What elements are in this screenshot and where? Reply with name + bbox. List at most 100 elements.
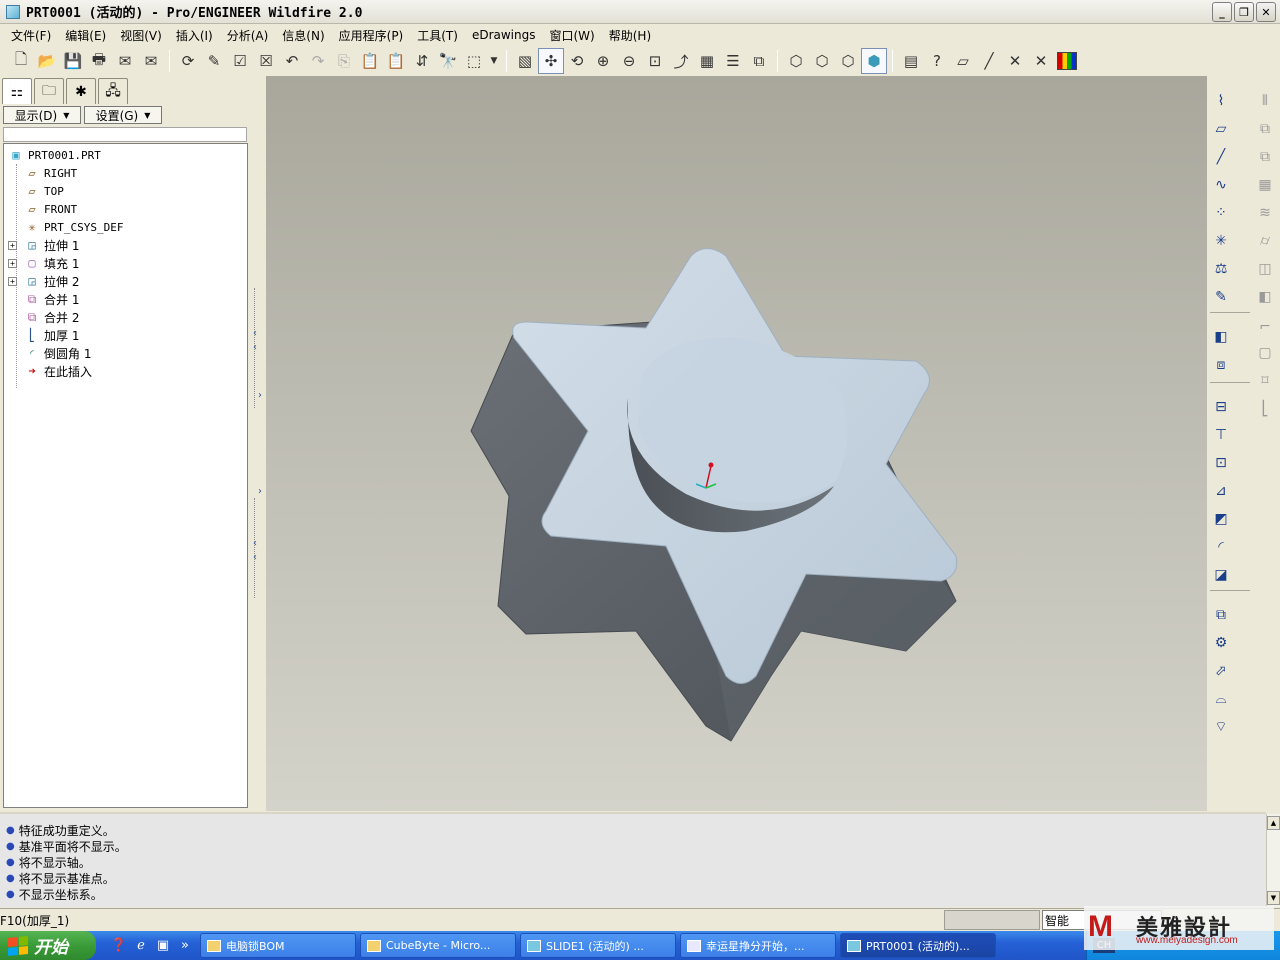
style-tool-icon[interactable]: ⌓ — [1210, 688, 1232, 710]
mail-attach-icon[interactable]: ✉ — [138, 48, 164, 74]
tree-item-front[interactable]: ▱ FRONT — [4, 200, 247, 218]
restore-button[interactable]: ❐ — [1234, 2, 1254, 22]
expand-icon[interactable]: + — [8, 276, 17, 286]
csys-display-icon[interactable]: ✕ — [1028, 48, 1054, 74]
regenerate-icon[interactable]: ⟳ — [175, 48, 201, 74]
boundary-blend-icon[interactable]: ⌔ — [1210, 716, 1232, 738]
repaint-icon[interactable]: ▧ — [512, 48, 538, 74]
quicklaunch-more-icon[interactable]: » — [176, 936, 194, 954]
expand-icon[interactable]: + — [8, 240, 17, 250]
copy-feature-icon[interactable]: ⧉ — [1254, 118, 1276, 140]
model-tree-icon[interactable]: ▤ — [898, 48, 924, 74]
revolve-tool-icon[interactable]: ⊤ — [1210, 424, 1232, 446]
saved-views-icon[interactable]: ▦ — [694, 48, 720, 74]
context-help-icon[interactable]: ? — [924, 48, 950, 74]
regenerate-manager-icon[interactable]: ⇵ — [409, 48, 435, 74]
rib-tool-icon[interactable]: ⊿ — [1210, 480, 1232, 502]
round-tool-icon[interactable]: ◜ — [1210, 536, 1232, 558]
paste-special-icon[interactable]: 📋 — [383, 48, 409, 74]
menu-info[interactable]: 信息(N) — [275, 27, 331, 44]
redo-icon[interactable]: ↷ — [305, 48, 331, 74]
expand-icon[interactable]: + — [8, 258, 17, 268]
offset-icon[interactable]: ≋ — [1254, 202, 1276, 224]
blend-tool-icon[interactable]: ⚙ — [1210, 632, 1232, 654]
tree-item-merge-1[interactable]: ⧉ 合并 1 — [4, 290, 247, 308]
chamfer-tool-icon[interactable]: ◪ — [1210, 564, 1232, 586]
extend-icon[interactable]: ⌐ — [1254, 316, 1276, 338]
zoom-out-icon[interactable]: ⊖ — [616, 48, 642, 74]
tab-folder-browser[interactable]: 🗀 — [34, 78, 64, 104]
paste-icon[interactable]: 📋 — [357, 48, 383, 74]
quicklaunch-ie-icon[interactable]: ℯ — [132, 936, 150, 954]
sketch-curve-icon[interactable]: ∿ — [1210, 174, 1232, 196]
tree-item-round-1[interactable]: ◜ 倒圆角 1 — [4, 344, 247, 362]
wireframe-icon[interactable]: ⬡ — [783, 48, 809, 74]
open-icon[interactable]: 📂 — [34, 48, 60, 74]
select-dropdown-icon[interactable]: ▼ — [487, 48, 501, 74]
select-box-icon[interactable]: ⬚ — [461, 48, 487, 74]
sweep-tool-icon[interactable]: ⬀ — [1210, 660, 1232, 682]
tree-root[interactable]: ▣ PRT0001.PRT — [4, 146, 247, 164]
menu-insert[interactable]: 插入(I) — [169, 27, 220, 44]
sketch-tool-icon[interactable]: ◧ — [1210, 326, 1232, 348]
placement-tool-icon[interactable]: ⧈ — [1210, 354, 1232, 376]
tree-item-extrude-2[interactable]: + ◲ 拉伸 2 — [4, 272, 247, 290]
tab-favorites[interactable]: ✱ — [66, 78, 96, 104]
hidden-line-icon[interactable]: ⬡ — [809, 48, 835, 74]
menu-file[interactable]: 文件(F) — [4, 27, 58, 44]
menu-view[interactable]: 视图(V) — [113, 27, 169, 44]
tree-item-insert-here[interactable]: ➜ 在此插入 — [4, 362, 247, 380]
quicklaunch-desktop-icon[interactable]: ▣ — [154, 936, 172, 954]
tab-model-tree[interactable]: ⚏ — [2, 78, 32, 104]
datum-point-tool-icon[interactable]: ⁘ — [1210, 202, 1232, 224]
menu-applications[interactable]: 应用程序(P) — [332, 27, 411, 44]
refit-icon[interactable]: ⊡ — [642, 48, 668, 74]
no-hidden-icon[interactable]: ⬡ — [835, 48, 861, 74]
tree-item-csys[interactable]: ✳ PRT_CSYS_DEF — [4, 218, 247, 236]
datum-axis-tool-icon[interactable]: ╱ — [1210, 146, 1232, 168]
pattern-icon[interactable]: ▦ — [1254, 174, 1276, 196]
solidify-icon[interactable]: ◫ — [1254, 258, 1276, 280]
model-viewport[interactable] — [266, 76, 1207, 811]
datum-plane-tool-icon[interactable]: ▱ — [1210, 118, 1232, 140]
print-icon[interactable]: 🖶 — [86, 48, 112, 74]
scroll-up-icon[interactable]: ▲ — [1267, 816, 1280, 830]
tree-item-fill-1[interactable]: + ▢ 填充 1 — [4, 254, 247, 272]
copy-icon[interactable]: ⎘ — [331, 48, 357, 74]
menu-help[interactable]: 帮助(H) — [602, 27, 658, 44]
tree-item-merge-2[interactable]: ⧉ 合并 2 — [4, 308, 247, 326]
scroll-down-icon[interactable]: ▼ — [1267, 891, 1280, 905]
settings-button[interactable]: 设置(G) ▼ — [84, 106, 162, 124]
tree-item-thicken-1[interactable]: ⎣ 加厚 1 — [4, 326, 247, 344]
menu-window[interactable]: 窗口(W) — [543, 27, 602, 44]
appearance-icon[interactable] — [1054, 48, 1080, 74]
reorient-icon[interactable]: ⤴ — [668, 48, 694, 74]
graphics-window[interactable] — [266, 76, 1207, 811]
menu-tools[interactable]: 工具(T) — [410, 27, 465, 44]
cylinder-icon[interactable]: ⌭ — [1254, 230, 1276, 252]
minimize-button[interactable]: _ — [1212, 2, 1232, 22]
thicken-tool-icon[interactable]: ⎣ — [1254, 398, 1276, 420]
task-item-cubebyte[interactable]: CubeByte - Micro... — [360, 933, 516, 958]
tree-filter-input[interactable] — [3, 127, 247, 142]
layers-icon[interactable]: ☰ — [720, 48, 746, 74]
task-item-browser[interactable]: 幸运星挣分开始，... — [680, 933, 836, 958]
trim-icon[interactable]: ◧ — [1254, 286, 1276, 308]
tree-item-right[interactable]: ▱ RIGHT — [4, 164, 247, 182]
start-button[interactable]: 开始 — [0, 931, 96, 960]
show-button[interactable]: 显示(D) ▼ — [3, 106, 81, 124]
message-scrollbar[interactable]: ▲ ▼ — [1266, 814, 1280, 907]
analysis-feature-icon[interactable]: ⚖ — [1210, 258, 1232, 280]
close-button[interactable]: ✕ — [1256, 2, 1276, 22]
send-mail-icon[interactable]: ✉ — [112, 48, 138, 74]
shell-tool-icon[interactable]: ⊡ — [1210, 452, 1232, 474]
fill-tool-icon[interactable]: ▢ — [1254, 342, 1276, 364]
datum-display-icon[interactable]: ⌇ — [1210, 90, 1232, 112]
find-icon[interactable]: 🔭 — [435, 48, 461, 74]
task-item-prt0001[interactable]: PRT0001 (活动的)... — [840, 933, 996, 958]
new-icon[interactable]: 🗋 — [8, 48, 34, 74]
menu-edrawings[interactable]: eDrawings — [465, 28, 543, 42]
zoom-in-icon[interactable]: ⊕ — [590, 48, 616, 74]
orient-icon[interactable]: ⟲ — [564, 48, 590, 74]
view-manager-icon[interactable]: ⧉ — [746, 48, 772, 74]
